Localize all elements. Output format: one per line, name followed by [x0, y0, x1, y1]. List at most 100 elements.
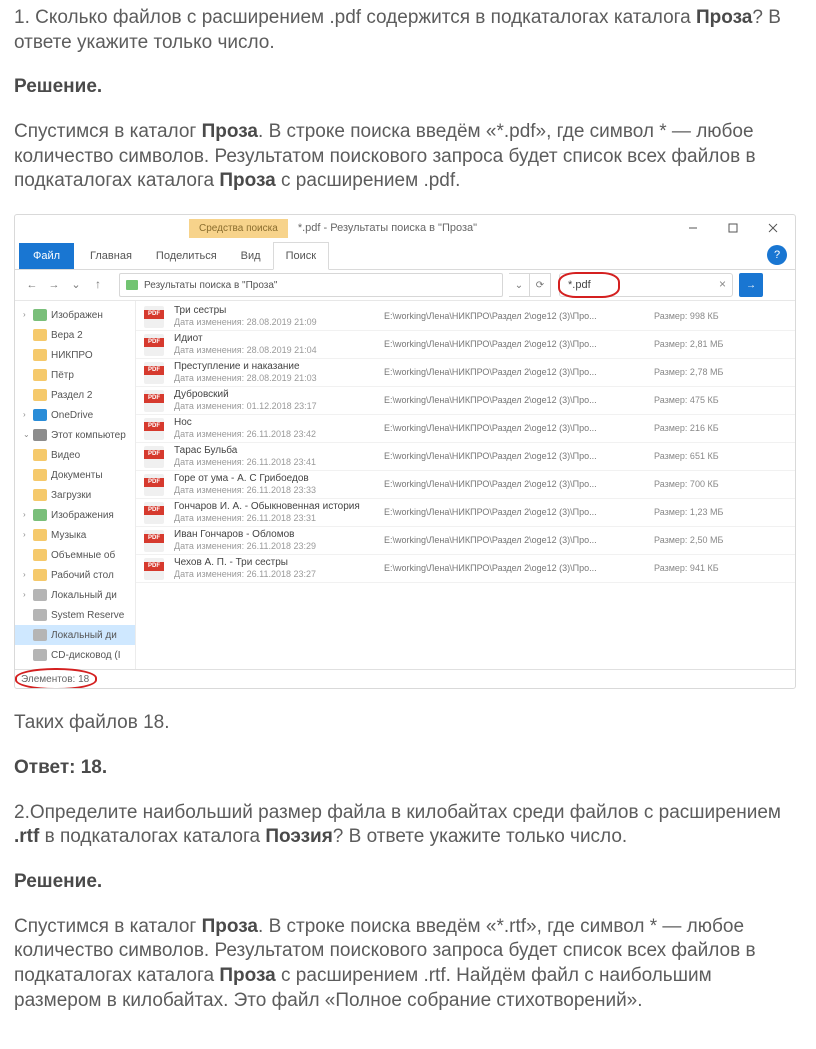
recent-button[interactable]: ⌄ — [67, 276, 85, 294]
sidebar-item[interactable]: Видео — [15, 445, 135, 465]
file-path: E:\working\Лена\НИКПРО\Раздел 2\oge12 (3… — [384, 507, 644, 519]
file-name: Три сестры — [174, 304, 384, 317]
pdf-icon — [144, 334, 164, 356]
chevron-icon: › — [23, 310, 33, 320]
sidebar-item[interactable]: Раздел 2 — [15, 385, 135, 405]
sidebar-item[interactable]: ⌄Этот компьютер — [15, 425, 135, 445]
question-2: 2.Определите наибольший размер файла в к… — [14, 801, 796, 850]
folder-icon — [33, 549, 47, 561]
file-row[interactable]: Горе от ума - А. С ГрибоедовДата изменен… — [136, 471, 795, 499]
file-size: Размер: 2,78 МБ — [654, 367, 774, 379]
sidebar-item[interactable]: Документы — [15, 465, 135, 485]
file-name: Горе от ума - А. С Грибоедов — [174, 472, 384, 485]
sidebar-item[interactable]: Локальный ди — [15, 625, 135, 645]
sidebar-item[interactable]: НИКПРО — [15, 345, 135, 365]
chevron-icon: › — [23, 530, 33, 540]
sidebar-item[interactable]: ›Изображения — [15, 505, 135, 525]
breadcrumb[interactable]: Результаты поиска в "Проза" — [119, 273, 503, 297]
sidebar-item[interactable]: ›Локальный ди — [15, 585, 135, 605]
answer-1: Ответ: 18. — [14, 756, 796, 781]
sidebar: › Изображен Вера 2 НИКПРО ПётрРаздел 2›OneDr… — [15, 301, 136, 669]
sidebar-item[interactable]: Вера 2 — [15, 325, 135, 345]
pdf-icon — [144, 362, 164, 384]
ribbon-tab-view[interactable]: Вид — [229, 243, 273, 269]
file-path: E:\working\Лена\НИКПРО\Раздел 2\oge12 (3… — [384, 563, 644, 575]
file-date: Дата изменения: 26.11.2018 23:27 — [174, 569, 384, 581]
file-date: Дата изменения: 01.12.2018 23:17 — [174, 401, 384, 413]
folder-icon — [33, 609, 47, 621]
solution-heading-2: Решение. — [14, 870, 796, 895]
folder-icon — [33, 389, 47, 401]
close-button[interactable] — [753, 215, 793, 241]
solution-2-body: Спустимся в каталог Проза. В строке поис… — [14, 915, 796, 1014]
breadcrumb-dropdown[interactable]: ⌄ — [509, 273, 530, 297]
file-path: E:\working\Лена\НИКПРО\Раздел 2\oge12 (3… — [384, 311, 644, 323]
file-row[interactable]: Иван Гончаров - ОбломовДата изменения: 2… — [136, 527, 795, 555]
file-size: Размер: 216 КБ — [654, 423, 774, 435]
window-title: *.pdf - Результаты поиска в "Проза" — [298, 221, 477, 235]
ribbon-file[interactable]: Файл — [19, 243, 74, 269]
chevron-icon: ⌄ — [23, 430, 33, 440]
annotation-circle — [15, 668, 97, 689]
ribbon-tab-home[interactable]: Главная — [78, 243, 144, 269]
ribbon-tab-search[interactable]: Поиск — [273, 242, 329, 270]
sidebar-item[interactable]: Объемные об — [15, 545, 135, 565]
folder-icon — [33, 429, 47, 441]
folder-icon — [33, 469, 47, 481]
chevron-icon: › — [23, 510, 33, 520]
search-go-button[interactable]: → — [739, 273, 763, 297]
sidebar-item-label: Музыка — [51, 529, 131, 542]
pdf-icon — [144, 502, 164, 524]
sidebar-item[interactable]: › Изображен — [15, 305, 135, 325]
clear-search-button[interactable]: × — [717, 277, 728, 293]
file-date: Дата изменения: 26.11.2018 23:31 — [174, 513, 384, 525]
minimize-button[interactable] — [673, 215, 713, 241]
file-row[interactable]: ИдиотДата изменения: 28.08.2019 21:04E:\… — [136, 331, 795, 359]
ribbon-tab-share[interactable]: Поделиться — [144, 243, 229, 269]
sidebar-item[interactable]: CD-дисковод (I — [15, 645, 135, 665]
file-name: Нос — [174, 416, 384, 429]
file-date: Дата изменения: 26.11.2018 23:42 — [174, 429, 384, 441]
file-date: Дата изменения: 26.11.2018 23:29 — [174, 541, 384, 553]
file-row[interactable]: Преступление и наказаниеДата изменения: … — [136, 359, 795, 387]
up-button[interactable]: ↑ — [89, 276, 107, 294]
sidebar-item-label: Объемные об — [51, 549, 131, 562]
file-row[interactable]: Чехов А. П. - Три сестрыДата изменения: … — [136, 555, 795, 583]
sidebar-item-label: Изображен — [51, 309, 131, 322]
maximize-button[interactable] — [713, 215, 753, 241]
file-path: E:\working\Лена\НИКПРО\Раздел 2\oge12 (3… — [384, 339, 644, 351]
file-row[interactable]: Три сестрыДата изменения: 28.08.2019 21:… — [136, 303, 795, 331]
file-row[interactable]: ДубровскийДата изменения: 01.12.2018 23:… — [136, 387, 795, 415]
file-size: Размер: 2,81 МБ — [654, 339, 774, 351]
help-icon[interactable]: ? — [767, 245, 787, 265]
file-row[interactable]: Тарас БульбаДата изменения: 26.11.2018 2… — [136, 443, 795, 471]
sidebar-item-label: System Reserve — [51, 609, 131, 622]
chevron-icon: › — [23, 590, 33, 600]
forward-button[interactable]: → — [45, 276, 63, 294]
file-name: Иван Гончаров - Обломов — [174, 528, 384, 541]
pdf-icon — [144, 530, 164, 552]
file-date: Дата изменения: 28.08.2019 21:04 — [174, 345, 384, 357]
pdf-icon — [144, 474, 164, 496]
sidebar-item[interactable]: ›Рабочий стол — [15, 565, 135, 585]
question-1: 1. Сколько файлов с расширением .pdf сод… — [14, 6, 796, 55]
folder-icon — [33, 349, 47, 361]
refresh-button[interactable]: ⟳ — [530, 273, 551, 297]
back-button[interactable]: ← — [23, 276, 41, 294]
search-input[interactable]: *.pdf × — [559, 273, 733, 297]
sidebar-item[interactable]: ›OneDrive — [15, 405, 135, 425]
file-row[interactable]: Гончаров И. А. - Обыкновенная историяДат… — [136, 499, 795, 527]
file-name: Тарас Бульба — [174, 444, 384, 457]
sidebar-item[interactable]: System Reserve — [15, 605, 135, 625]
search-tools-tab[interactable]: Средства поиска — [189, 219, 288, 238]
file-row[interactable]: НосДата изменения: 26.11.2018 23:42E:\wo… — [136, 415, 795, 443]
explorer-screenshot: Средства поиска *.pdf - Результаты поиск… — [14, 214, 796, 689]
sidebar-item[interactable]: Загрузки — [15, 485, 135, 505]
sidebar-item[interactable]: Пётр — [15, 365, 135, 385]
sidebar-item-label: НИКПРО — [51, 349, 131, 362]
sidebar-item[interactable]: › Музыка — [15, 525, 135, 545]
folder-icon — [33, 489, 47, 501]
file-path: E:\working\Лена\НИКПРО\Раздел 2\oge12 (3… — [384, 395, 644, 407]
folder-icon — [33, 309, 47, 321]
file-size: Размер: 475 КБ — [654, 395, 774, 407]
